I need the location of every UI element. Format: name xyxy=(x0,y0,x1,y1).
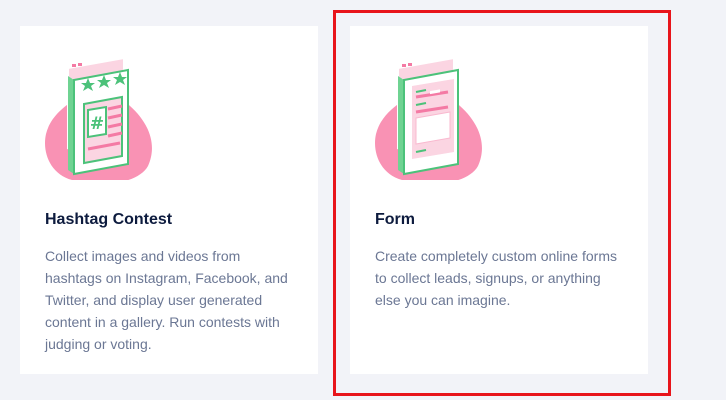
svg-text:#: # xyxy=(90,114,104,134)
selection-highlight xyxy=(333,10,671,396)
card-description: Collect images and videos from hashtags … xyxy=(45,248,288,352)
hashtag-contest-card[interactable]: # Hashtag Contest Collect images and vid… xyxy=(20,26,318,374)
card-title: Hashtag Contest xyxy=(45,211,173,228)
hashtag-contest-icon: # xyxy=(44,56,156,184)
